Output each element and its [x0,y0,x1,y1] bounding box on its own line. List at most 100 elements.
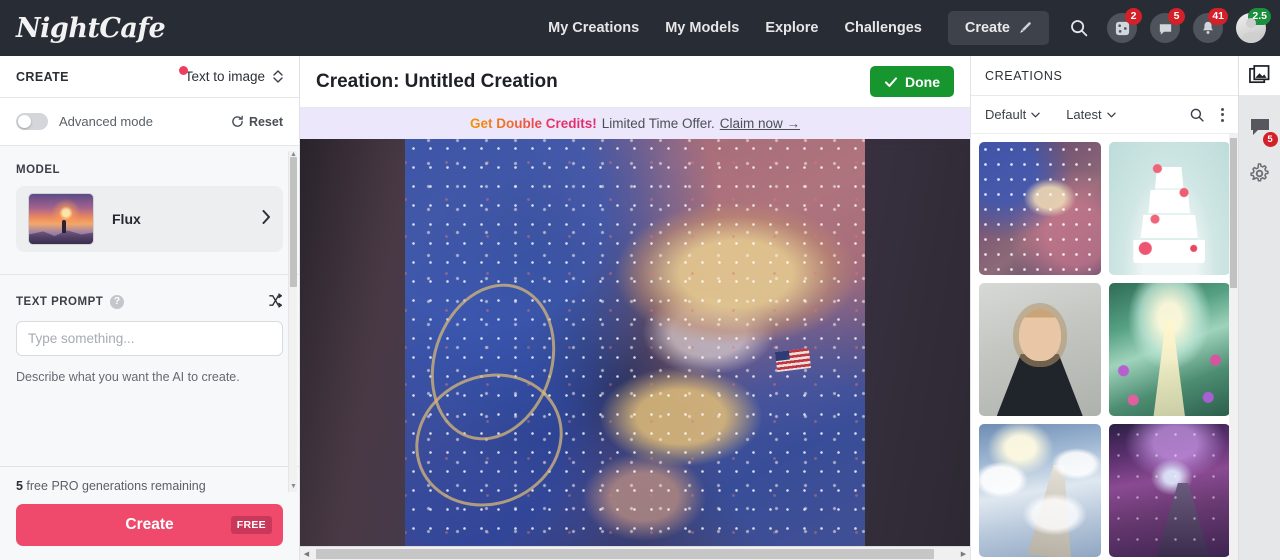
canvas-horizontal-scrollbar[interactable]: ◀ ▶ [300,546,970,560]
nav-item-my-models[interactable]: My Models [665,20,739,36]
app-root: NightCafe My Creations My Models Explore… [0,0,1280,560]
nav-item-explore[interactable]: Explore [765,20,818,36]
nav-icon-group: 2 5 41 2.5 [1107,8,1271,43]
user-avatar-button[interactable]: 2.5 [1236,8,1271,43]
creation-panel: Creation: Untitled Creation Done Get Dou… [300,56,970,560]
free-generations-label: free PRO generations remaining [22,479,206,493]
creations-scrollbar-thumb[interactable] [1230,138,1237,288]
promo-claim-link[interactable]: Claim now → [720,116,800,131]
right-icon-rail: 5 [1238,56,1280,560]
creations-grid [971,134,1238,560]
creations-toolbar: Default Latest [971,96,1238,134]
nightcafe-logo[interactable]: NightCafe [16,13,166,44]
creation-thumbnail-fantasy-forest-woman[interactable] [1108,283,1230,416]
page-title: Creation: Untitled Creation [316,70,558,92]
creations-header: CREATIONS [971,56,1238,96]
chevron-down-icon [1031,112,1040,117]
mode-selector-label: Text to image [184,69,265,84]
prompt-section-header: TEXT PROMPT ? [0,275,299,321]
notifications-badge: 41 [1208,8,1228,25]
advanced-mode-label: Advanced mode [59,114,153,129]
creation-thumbnail-floral-tiered-cake[interactable] [1108,142,1230,275]
prompt-helper-text: Describe what you want the AI to create. [16,370,240,384]
rail-chat-button[interactable]: 5 [1249,116,1278,147]
new-indicator-dot [178,66,188,75]
notifications-button[interactable]: 41 [1193,8,1228,43]
sidebar-scrollbar[interactable]: ▲ ▼ [288,151,297,492]
scroll-right-arrow[interactable]: ▶ [957,550,970,558]
artwork-image[interactable] [405,139,865,560]
sidebar-title: CREATE [16,69,69,84]
creation-header: Creation: Untitled Creation Done [300,56,970,108]
canvas-scroll-track[interactable] [313,548,957,559]
canvas-scroll-thumb[interactable] [316,548,935,559]
create-sidebar: CREATE Text to image Advanced mode Reset… [0,56,300,560]
chevron-right-icon [262,209,271,229]
sidebar-footer: 5 free PRO generations remaining Create … [0,466,299,560]
chevron-updown-icon [273,70,283,83]
top-navigation-bar: NightCafe My Creations My Models Explore… [0,0,1280,56]
nav-links: My Creations My Models Explore Challenge… [548,20,922,36]
gallery-icon [1249,65,1270,84]
scroll-down-arrow[interactable]: ▼ [289,483,298,492]
search-icon[interactable] [1189,107,1205,123]
creation-thumbnail-businesswoman-portrait[interactable] [979,283,1101,416]
create-generation-button[interactable]: Create FREE [16,504,283,546]
free-generations-count: 5 [16,479,23,493]
scroll-left-arrow[interactable]: ◀ [300,550,313,558]
nav-create-label: Create [964,20,1010,36]
model-selector-card[interactable]: Flux [16,186,283,252]
nav-create-button[interactable]: Create [947,11,1049,45]
messages-badge: 5 [1168,8,1185,25]
creations-toolbar-actions [1189,107,1224,123]
check-icon [885,76,897,87]
help-icon[interactable]: ? [110,295,125,309]
creations-main: CREATIONS Default Latest [970,56,1238,560]
artwork-canvas[interactable]: ◀ ▶ [300,139,970,560]
filter-default-dropdown[interactable]: Default [985,107,1040,122]
done-button[interactable]: Done [870,66,954,97]
mode-selector[interactable]: Text to image [178,66,283,84]
filter-sort-dropdown[interactable]: Latest [1066,107,1116,122]
creations-scrollbar[interactable] [1229,134,1238,560]
free-generations-text: 5 free PRO generations remaining [16,479,283,493]
nav-item-my-creations[interactable]: My Creations [548,20,639,36]
messages-button[interactable]: 5 [1150,8,1185,43]
rail-settings-button[interactable] [1249,163,1270,189]
body-columns: CREATE Text to image Advanced mode Reset… [0,56,1280,560]
filter-default-label: Default [985,107,1027,122]
text-prompt-input[interactable] [16,321,283,356]
artwork-flag-patch [774,347,811,372]
more-options-icon[interactable] [1221,107,1224,122]
creations-title: CREATIONS [985,68,1063,83]
sidebar-scrollbar-thumb[interactable] [290,157,297,287]
reset-label: Reset [248,114,283,129]
nav-item-challenges[interactable]: Challenges [845,20,922,36]
shuffle-icon[interactable] [268,293,283,311]
advanced-mode-row: Advanced mode Reset [0,98,299,146]
daily-credits-button[interactable]: 2 [1107,8,1142,43]
creations-panel: CREATIONS Default Latest 5 [970,56,1280,560]
refresh-icon [232,115,243,127]
dice-badge: 2 [1125,8,1142,25]
promo-headline: Get Double Credits! [469,116,597,131]
creation-thumbnail-cosmic-purple-mountain[interactable] [1108,424,1230,557]
model-thumbnail [28,193,94,245]
free-badge: FREE [230,516,272,534]
sidebar-scroll-area: MODEL Flux TEXT PROMPT ? Type something.… [0,146,299,466]
creation-thumbnail-stairway-to-clouds[interactable] [979,424,1101,557]
promo-banner: Get Double Credits! Limited Time Offer. … [300,108,970,139]
filter-sort-label: Latest [1066,107,1102,122]
model-section-label: MODEL [16,164,61,176]
advanced-mode-toggle[interactable] [16,113,48,130]
rail-gallery-button[interactable] [1238,56,1280,96]
done-label: Done [905,73,940,90]
chevron-down-icon [1106,112,1116,117]
gear-icon [1250,163,1269,182]
sidebar-header: CREATE Text to image [0,56,299,98]
reset-button[interactable]: Reset [231,115,283,129]
rail-chat-badge: 5 [1262,132,1278,147]
creation-thumbnail-astronaut-abstract[interactable] [979,142,1101,275]
search-icon[interactable] [1069,18,1089,38]
paintbrush-icon [1020,22,1031,33]
